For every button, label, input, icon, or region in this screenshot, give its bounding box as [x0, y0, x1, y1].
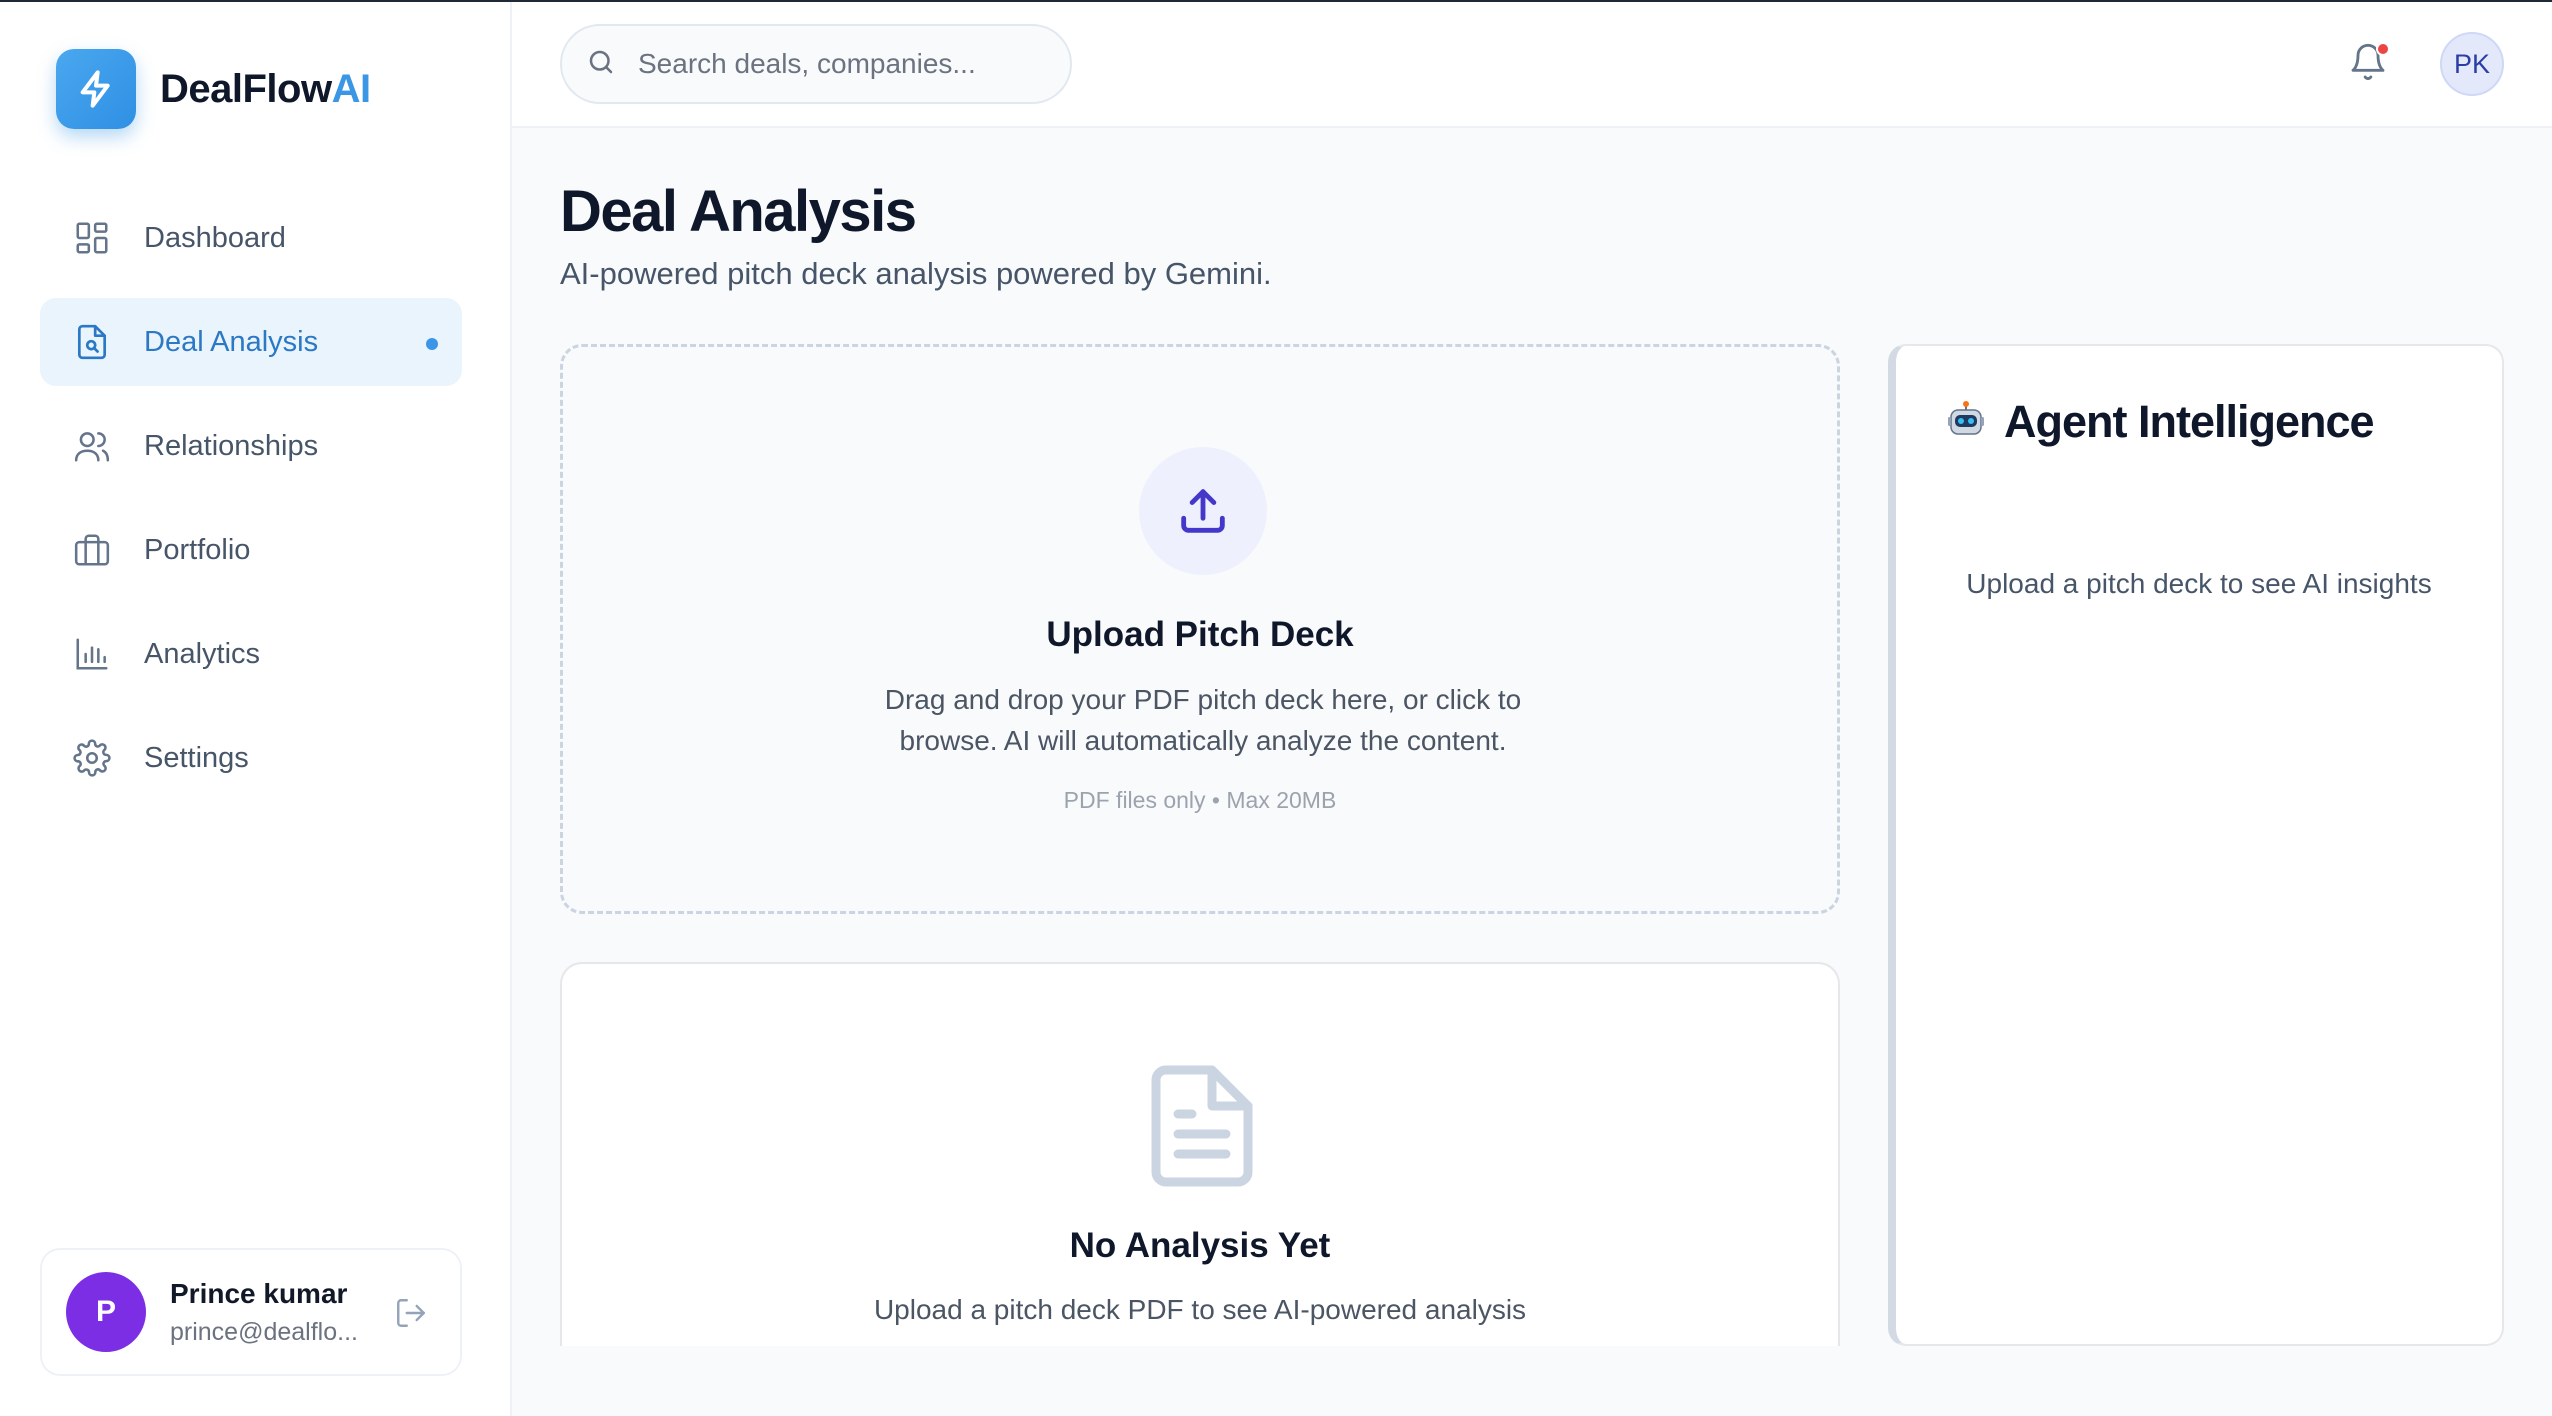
sidebar-item-dashboard[interactable]: Dashboard	[40, 194, 462, 282]
active-indicator-dot	[426, 338, 438, 350]
window-top-border	[0, 0, 2552, 2]
user-email: prince@dealflo...	[170, 1317, 358, 1346]
user-profile-card[interactable]: P Prince kumar prince@dealflo...	[40, 1248, 462, 1376]
bar-chart-icon	[72, 634, 112, 674]
sidebar-item-portfolio[interactable]: Portfolio	[40, 506, 462, 594]
agent-panel-header: Agent Intelligence	[1946, 396, 2375, 448]
top-header: PK	[512, 0, 2552, 128]
sidebar-item-label: Deal Analysis	[144, 325, 319, 358]
sidebar-item-deal-analysis[interactable]: Deal Analysis	[40, 298, 462, 386]
lightning-bolt-icon	[56, 49, 136, 129]
brand-name-main: DealFlow	[160, 66, 332, 111]
header-avatar[interactable]: PK	[2440, 32, 2504, 96]
users-icon	[72, 426, 112, 466]
agent-empty-message: Upload a pitch deck to see AI insights	[1966, 568, 2432, 599]
grid-icon	[72, 218, 112, 258]
agent-intelligence-panel: Agent Intelligence Upload a pitch deck t…	[1888, 344, 2504, 1346]
empty-state-description: Upload a pitch deck PDF to see AI-powere…	[873, 1294, 1527, 1325]
user-info: Prince kumar prince@dealflo...	[170, 1278, 370, 1347]
page-title: Deal Analysis	[560, 179, 917, 244]
briefcase-icon	[72, 530, 112, 570]
upload-dropzone[interactable]: Upload Pitch Deck Drag and drop your PDF…	[560, 344, 1840, 914]
sidebar-item-relationships[interactable]: Relationships	[40, 402, 462, 490]
upload-description: Drag and drop your PDF pitch deck here, …	[884, 684, 1522, 756]
upload-hint: PDF files only • Max 20MB	[1063, 787, 1337, 813]
logout-icon[interactable]	[394, 1296, 430, 1332]
sidebar-item-label: Relationships	[144, 429, 319, 462]
brand[interactable]: DealFlowAI	[56, 49, 371, 129]
sidebar-item-label: Settings	[144, 741, 249, 774]
sidebar-item-label: Analytics	[144, 637, 261, 670]
sidebar-nav: Dashboard Deal Analysis Relationships Po…	[40, 194, 462, 818]
sidebar-item-settings[interactable]: Settings	[40, 714, 462, 802]
empty-state-title: No Analysis Yet	[1069, 1226, 1331, 1265]
user-name: Prince kumar	[170, 1277, 348, 1309]
sidebar: DealFlowAI Dashboard Deal Analysis Relat…	[0, 0, 512, 1416]
search-bar[interactable]	[560, 24, 1072, 104]
document-search-icon	[72, 322, 112, 362]
gear-icon	[72, 738, 112, 778]
user-avatar: P	[66, 1272, 146, 1352]
notifications-button[interactable]	[2348, 42, 2392, 86]
analysis-results-card: No Analysis Yet Upload a pitch deck PDF …	[560, 962, 1840, 1346]
brand-name: DealFlowAI	[160, 67, 371, 112]
brand-name-accent: AI	[331, 66, 372, 111]
document-icon	[1150, 1064, 1254, 1188]
upload-title: Upload Pitch Deck	[1046, 615, 1354, 654]
agent-panel-title: Agent Intelligence	[2004, 396, 2375, 447]
search-icon	[586, 47, 616, 82]
search-input[interactable]	[638, 48, 1038, 80]
sidebar-item-analytics[interactable]: Analytics	[40, 610, 462, 698]
upload-icon	[1139, 447, 1267, 575]
page-subtitle: AI-powered pitch deck analysis powered b…	[560, 256, 1272, 291]
sidebar-item-label: Dashboard	[144, 221, 286, 254]
robot-icon	[1946, 400, 1986, 445]
notification-badge	[2376, 42, 2390, 56]
sidebar-item-label: Portfolio	[144, 533, 251, 566]
